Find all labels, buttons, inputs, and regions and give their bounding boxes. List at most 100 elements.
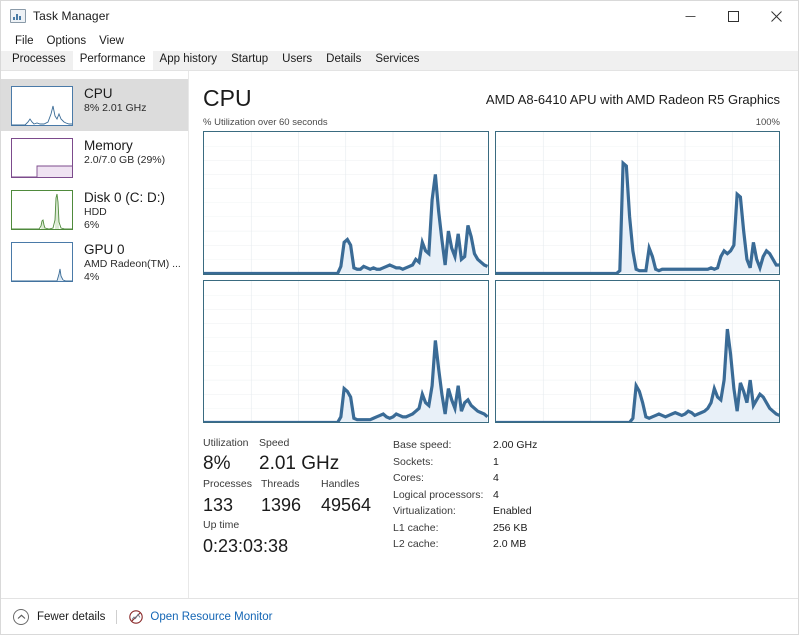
open-resource-monitor-label: Open Resource Monitor [150, 610, 273, 623]
cpu-core-graph-0[interactable] [203, 131, 489, 275]
stat-label: Handles [321, 478, 360, 490]
detail-key: Base speed: [393, 439, 452, 451]
detail-row: Sockets: 1 [393, 454, 537, 471]
tab-performance[interactable]: Performance [72, 50, 153, 70]
detail-row: Base speed: 2.00 GHz [393, 437, 537, 454]
stat-speed: Speed 2.01 GHz [259, 436, 379, 477]
performance-panel: CPU AMD A8-6410 APU with AMD Radeon R5 G… [189, 71, 798, 598]
fewer-details-label: Fewer details [37, 610, 106, 623]
cpu-graph-grid [203, 131, 780, 423]
detail-key: L2 cache: [393, 538, 439, 550]
tab-processes[interactable]: Processes [5, 50, 73, 70]
sidebar-item-cpu[interactable]: CPU 8% 2.01 GHz [1, 79, 188, 131]
stat-label: Up time [203, 519, 240, 531]
sidebar-item-label: Disk 0 (C: D:) [84, 190, 165, 205]
cpu-details-list: Base speed: 2.00 GHz Sockets: 1 Cores: 4… [393, 436, 537, 559]
detail-value: 4 [493, 472, 499, 484]
cpu-stats: Utilization 8% Speed 2.01 GHz Processes … [203, 436, 780, 559]
stat-utilization: Utilization 8% [203, 436, 259, 477]
panel-header: CPU AMD A8-6410 APU with AMD Radeon R5 G… [203, 85, 780, 111]
sidebar-item-disk[interactable]: Disk 0 (C: D:) HDD 6% [1, 183, 188, 235]
graph-axis-labels: % Utilization over 60 seconds 100% [203, 117, 780, 128]
open-resource-monitor-link[interactable]: Open Resource Monitor [128, 609, 272, 624]
detail-row: L2 cache: 2.0 MB [393, 536, 537, 553]
stat-uptime: Up time 0:23:03:38 [203, 518, 288, 559]
cpu-model-label: AMD A8-6410 APU with AMD Radeon R5 Graph… [485, 92, 780, 107]
cpu-core-graph-3[interactable] [494, 279, 780, 423]
detail-value: 256 KB [493, 521, 528, 534]
chevron-up-icon [13, 608, 29, 625]
detail-key: L1 cache: [393, 521, 439, 534]
detail-key: Logical processors: [393, 488, 484, 501]
stat-processes: Processes 133 [203, 477, 261, 518]
maximize-icon[interactable] [712, 1, 755, 31]
status-divider [116, 609, 118, 624]
detail-key: Sockets: [393, 455, 434, 468]
sidebar-item-sub: AMD Radeon(TM) ... [84, 258, 181, 270]
sidebar-item-sub: HDD [84, 206, 107, 218]
task-manager-icon [10, 8, 26, 24]
sidebar-item-sub-2: 4% [84, 271, 100, 283]
stat-label: Threads [261, 478, 300, 490]
detail-key: Cores: [393, 472, 424, 484]
sidebar-item-label: CPU [84, 86, 113, 101]
sidebar-item-label: Memory [84, 138, 133, 153]
stat-value: 49564 [321, 495, 372, 515]
cpu-core-graph-1[interactable] [494, 131, 780, 275]
gpu-mini-graph [11, 242, 73, 282]
detail-key: Virtualization: [393, 505, 456, 517]
menu-item-view[interactable]: View [93, 33, 131, 49]
fewer-details-button[interactable]: Fewer details [13, 608, 106, 625]
stat-threads: Threads 1396 [261, 477, 321, 518]
window-title: Task Manager [33, 9, 110, 23]
menu-item-file[interactable]: File [9, 33, 41, 49]
sidebar-item-sub: 2.0/7.0 GB (29%) [84, 154, 166, 166]
detail-value: 4 [493, 488, 499, 501]
sidebar-item-sub: 8% 2.01 GHz [84, 102, 147, 114]
tab-startup[interactable]: Startup [224, 50, 275, 70]
close-icon[interactable] [755, 1, 798, 31]
tab-users[interactable]: Users [275, 50, 319, 70]
sidebar-item-sub-2: 6% [84, 219, 100, 231]
cpu-mini-graph [11, 86, 73, 126]
stat-handles: Handles 49564 [321, 477, 379, 518]
stat-value: 0:23:03:38 [203, 536, 289, 556]
page-title: CPU [203, 85, 252, 111]
stat-row-utilization-speed: Utilization 8% Speed 2.01 GHz [203, 436, 379, 477]
tab-app-history[interactable]: App history [153, 50, 225, 70]
detail-row: Logical processors: 4 [393, 487, 537, 504]
stat-value: 1396 [261, 495, 302, 515]
status-bar: Fewer details Open Resource Monitor [1, 598, 798, 634]
disk-mini-graph [11, 190, 73, 230]
sidebar-item-memory[interactable]: Memory 2.0/7.0 GB (29%) [1, 131, 188, 183]
detail-row: L1 cache: 256 KB [393, 520, 537, 537]
detail-value: Enabled [493, 505, 532, 517]
detail-row: Cores: 4 [393, 470, 537, 487]
window-controls [669, 1, 798, 31]
stat-value: 133 [203, 495, 234, 515]
sidebar-item-gpu[interactable]: GPU 0 AMD Radeon(TM) ... 4% [1, 235, 188, 287]
menu-item-options[interactable]: Options [41, 33, 94, 49]
sidebar-item-label: GPU 0 [84, 242, 125, 257]
content-area: CPU 8% 2.01 GHz Memory 2.0/7.0 GB (29%) [1, 71, 798, 598]
resource-sidebar: CPU 8% 2.01 GHz Memory 2.0/7.0 GB (29%) [1, 71, 189, 598]
stat-label: Speed [259, 437, 290, 449]
stat-label: Utilization [203, 437, 249, 449]
sidebar-disk-info: Disk 0 (C: D:) HDD 6% [84, 189, 165, 232]
stat-value: 2.01 GHz [259, 453, 340, 474]
stat-label: Processes [203, 478, 253, 490]
minimize-icon[interactable] [669, 1, 712, 31]
sidebar-cpu-info: CPU 8% 2.01 GHz [84, 85, 146, 115]
cpu-core-graph-2[interactable] [203, 279, 489, 423]
tab-strip: Processes Performance App history Startu… [1, 50, 798, 71]
tab-details[interactable]: Details [319, 50, 368, 70]
cpu-stats-left: Utilization 8% Speed 2.01 GHz Processes … [203, 436, 379, 559]
graph-x-axis-label: % Utilization over 60 seconds [203, 117, 328, 128]
detail-value: 2.0 MB [493, 538, 527, 550]
stat-row-processes-threads-handles: Processes 133 Threads 1396 Handles 49564 [203, 477, 379, 518]
tab-services[interactable]: Services [368, 50, 426, 70]
detail-value: 2.00 GHz [493, 439, 538, 451]
menu-bar: File Options View [1, 31, 798, 51]
detail-row: Virtualization: Enabled [393, 503, 537, 520]
detail-value: 1 [493, 455, 499, 468]
